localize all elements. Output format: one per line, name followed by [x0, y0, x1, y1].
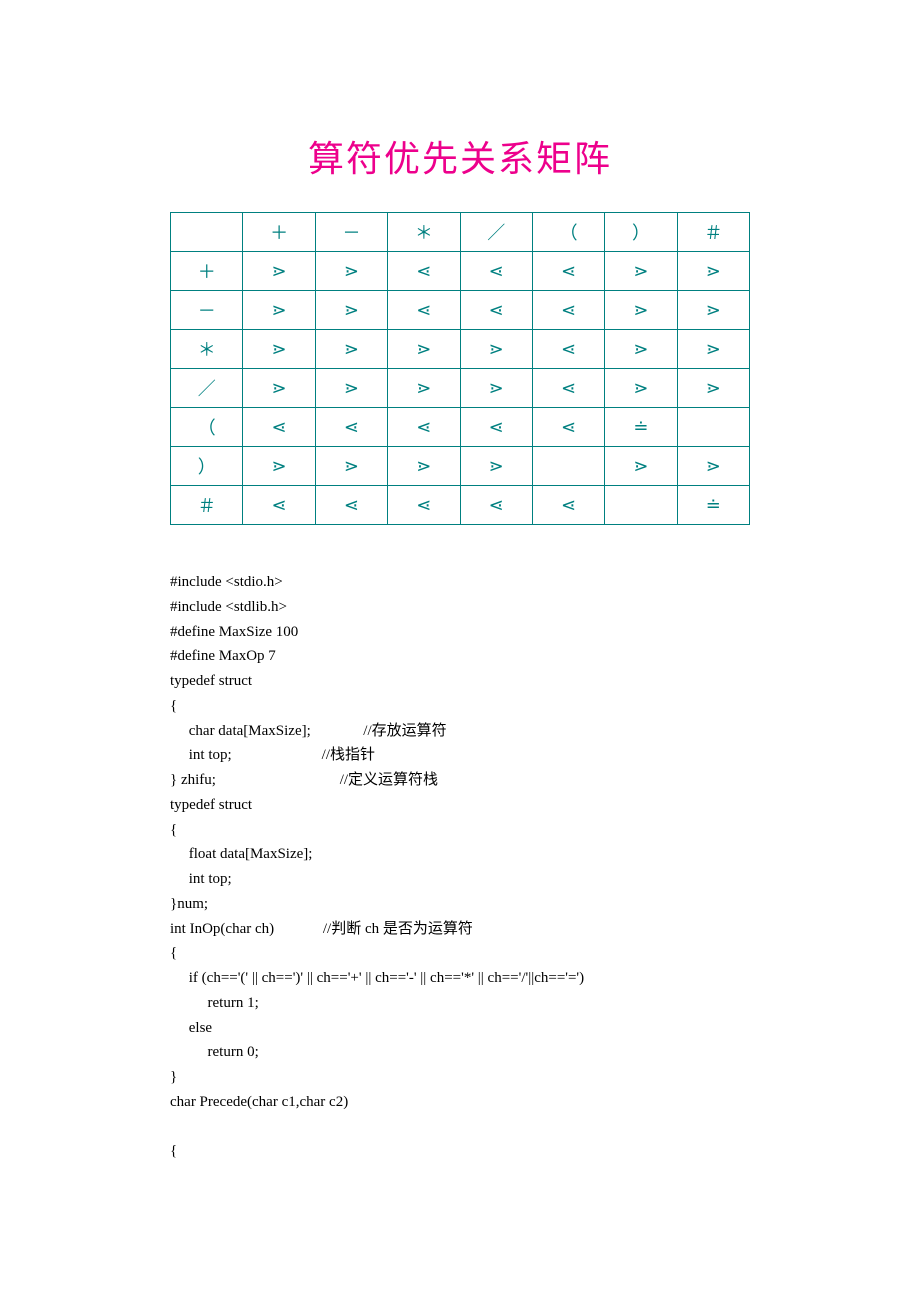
code-block: #include <stdio.h> #include <stdlib.h> #…	[170, 570, 750, 1164]
table-cell: ⋖	[460, 486, 532, 525]
table-cell: ⋗	[243, 369, 315, 408]
code-line: char data[MaxSize]; //存放运算符	[170, 723, 447, 739]
precedence-matrix-table: ＋ － ＊ ／ （ ） ＃ ＋ ⋗ ⋗ ⋖ ⋖ ⋖ ⋗ ⋗ － ⋗ ⋗ ⋖ ⋖ …	[170, 212, 750, 525]
code-line: }	[170, 1069, 177, 1085]
code-line: {	[170, 822, 177, 838]
table-cell: ⋖	[388, 291, 460, 330]
table-cell: ／	[460, 213, 532, 252]
code-line: #include <stdio.h>	[170, 574, 283, 590]
table-cell: ＊	[171, 330, 243, 369]
table-cell: ⋗	[243, 252, 315, 291]
table-cell: ⋗	[243, 447, 315, 486]
code-line: else	[170, 1020, 212, 1036]
table-cell: ⋗	[677, 252, 749, 291]
table-cell: －	[315, 213, 387, 252]
code-line: if (ch=='(' || ch==')' || ch=='+' || ch=…	[170, 970, 584, 986]
table-cell: ≐	[677, 486, 749, 525]
table-cell: ＊	[388, 213, 460, 252]
document-page: 算符优先关系矩阵 ＋ － ＊ ／ （ ） ＃ ＋ ⋗ ⋗ ⋖ ⋖ ⋖ ⋗ ⋗ －…	[0, 0, 920, 1224]
code-line: int InOp(char ch) //判断 ch 是否为运算符	[170, 921, 473, 937]
table-cell: ⋗	[677, 330, 749, 369]
table-cell: ⋗	[677, 447, 749, 486]
table-row: ／ ⋗ ⋗ ⋗ ⋗ ⋖ ⋗ ⋗	[171, 369, 750, 408]
table-cell: ＃	[171, 486, 243, 525]
code-line: {	[170, 945, 177, 961]
code-line: #include <stdlib.h>	[170, 599, 287, 615]
table-cell: ⋗	[388, 447, 460, 486]
table-cell: ⋖	[243, 408, 315, 447]
table-cell: ⋗	[315, 252, 387, 291]
table-cell: ／	[171, 369, 243, 408]
table-cell: ⋗	[243, 330, 315, 369]
code-line: return 1;	[170, 995, 259, 1011]
code-line: float data[MaxSize];	[170, 846, 312, 862]
table-row: （ ⋖ ⋖ ⋖ ⋖ ⋖ ≐	[171, 408, 750, 447]
table-row: ＃ ⋖ ⋖ ⋖ ⋖ ⋖ ≐	[171, 486, 750, 525]
table-cell: ⋖	[388, 486, 460, 525]
code-line: char Precede(char c1,char c2)	[170, 1094, 348, 1110]
table-cell: ＋	[243, 213, 315, 252]
table-row: ＋ ⋗ ⋗ ⋖ ⋖ ⋖ ⋗ ⋗	[171, 252, 750, 291]
table-cell: ⋖	[532, 408, 604, 447]
table-cell: ⋗	[315, 291, 387, 330]
table-cell: ⋗	[605, 369, 677, 408]
table-cell: ⋗	[605, 252, 677, 291]
table-cell: ⋗	[315, 330, 387, 369]
table-cell: ⋗	[243, 291, 315, 330]
code-line: typedef struct	[170, 797, 252, 813]
code-line: #define MaxSize 100	[170, 624, 298, 640]
table-cell: ⋗	[460, 369, 532, 408]
table-header-row: ＋ － ＊ ／ （ ） ＃	[171, 213, 750, 252]
code-line: #define MaxOp 7	[170, 648, 276, 664]
table-cell: ⋖	[532, 252, 604, 291]
table-cell: ⋖	[460, 291, 532, 330]
table-cell: ）	[605, 213, 677, 252]
table-cell	[677, 408, 749, 447]
code-line: {	[170, 698, 177, 714]
code-line: int top;	[170, 871, 232, 887]
table-cell: （	[171, 408, 243, 447]
table-cell: ⋗	[315, 447, 387, 486]
code-line: }num;	[170, 896, 208, 912]
table-row: ） ⋗ ⋗ ⋗ ⋗ ⋗ ⋗	[171, 447, 750, 486]
code-line: {	[170, 1143, 177, 1159]
table-cell: ⋗	[677, 369, 749, 408]
table-cell: －	[171, 291, 243, 330]
table-cell: ⋗	[460, 330, 532, 369]
table-cell: ＋	[171, 252, 243, 291]
table-cell: ⋖	[315, 408, 387, 447]
table-cell: ⋖	[532, 369, 604, 408]
table-cell: ⋖	[460, 408, 532, 447]
table-row: － ⋗ ⋗ ⋖ ⋖ ⋖ ⋗ ⋗	[171, 291, 750, 330]
table-cell: ⋖	[532, 486, 604, 525]
table-cell: ⋗	[605, 330, 677, 369]
table-cell	[171, 213, 243, 252]
code-line: } zhifu; //定义运算符栈	[170, 772, 438, 788]
table-cell: ⋖	[243, 486, 315, 525]
page-title: 算符优先关系矩阵	[170, 130, 750, 182]
table-row: ＊ ⋗ ⋗ ⋗ ⋗ ⋖ ⋗ ⋗	[171, 330, 750, 369]
table-cell: ⋖	[460, 252, 532, 291]
table-cell: ⋖	[532, 291, 604, 330]
code-line: typedef struct	[170, 673, 252, 689]
table-cell: ⋗	[605, 447, 677, 486]
table-cell: ⋗	[460, 447, 532, 486]
table-cell: ＃	[677, 213, 749, 252]
table-cell: （	[532, 213, 604, 252]
table-cell: ⋖	[388, 252, 460, 291]
table-cell: ⋖	[315, 486, 387, 525]
table-cell: ≐	[605, 408, 677, 447]
code-line: return 0;	[170, 1044, 259, 1060]
table-cell: ⋗	[605, 291, 677, 330]
table-cell: ⋗	[388, 330, 460, 369]
table-cell: ⋗	[315, 369, 387, 408]
table-cell	[605, 486, 677, 525]
table-cell: ）	[171, 447, 243, 486]
code-line: int top; //栈指针	[170, 747, 375, 763]
table-cell: ⋗	[388, 369, 460, 408]
table-cell: ⋗	[677, 291, 749, 330]
table-cell	[532, 447, 604, 486]
table-cell: ⋖	[388, 408, 460, 447]
table-cell: ⋖	[532, 330, 604, 369]
